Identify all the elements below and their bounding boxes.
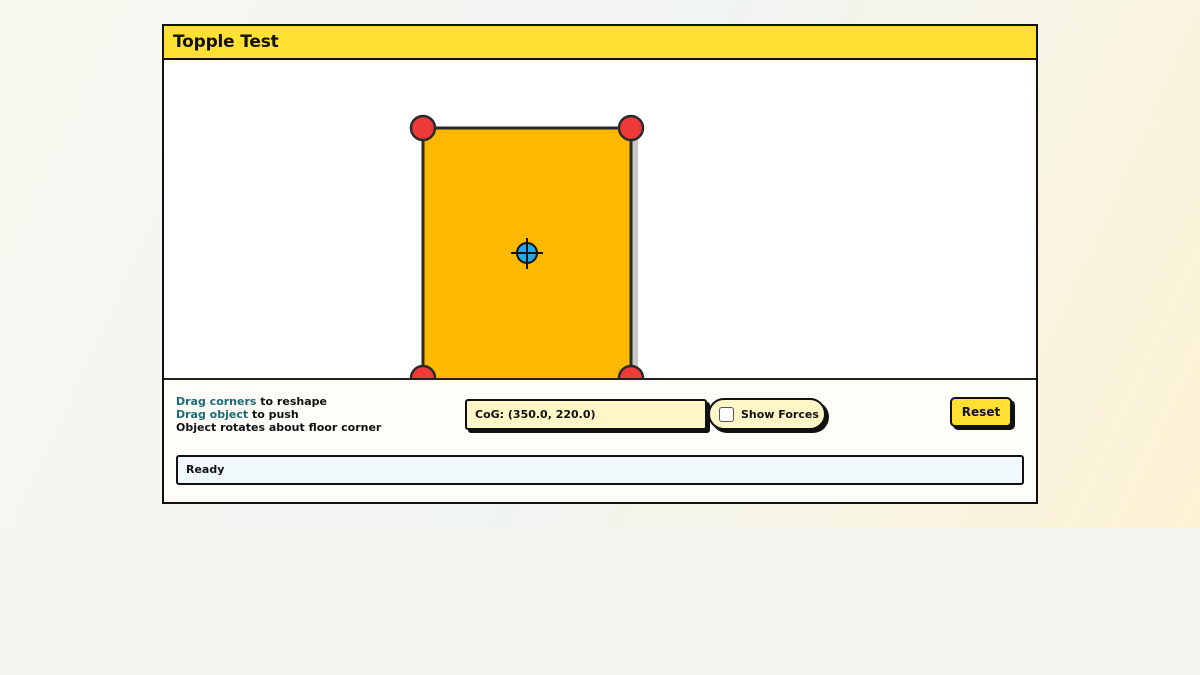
instruction-rotate: Object rotates about floor corner xyxy=(176,421,382,434)
instruction-text: to reshape xyxy=(256,395,327,408)
show-forces-toggle[interactable]: Show Forces xyxy=(708,398,826,430)
corner-handle-icon[interactable] xyxy=(409,114,437,142)
reset-button[interactable]: Reset xyxy=(950,397,1012,427)
show-forces-label[interactable]: Show Forces xyxy=(741,408,819,421)
instruction-reshape: Drag corners to reshape xyxy=(176,395,381,408)
app-title: Topple Test xyxy=(173,32,279,52)
instruction-text: to push xyxy=(248,408,299,421)
topple-test-window: Topple Test Drag corners to reshape Drag… xyxy=(162,24,1038,504)
title-bar: Topple Test xyxy=(164,26,1036,60)
cog-readout: CoG: (350.0, 220.0) xyxy=(465,399,707,430)
corner-handle-icon[interactable] xyxy=(617,114,645,142)
instruction-keyword: Drag corners xyxy=(176,395,257,408)
simulation-canvas[interactable] xyxy=(164,60,1036,380)
instructions: Drag corners to reshape Drag object to p… xyxy=(176,395,381,434)
page-background-lower xyxy=(0,528,1200,675)
checkbox-icon[interactable] xyxy=(719,406,734,422)
instruction-keyword: Drag object xyxy=(176,408,249,421)
status-bar: Ready xyxy=(176,455,1024,485)
scene-svg xyxy=(409,114,645,380)
instruction-push: Drag object to push xyxy=(176,408,381,421)
control-panel: Drag corners to reshape Drag object to p… xyxy=(164,380,1036,500)
